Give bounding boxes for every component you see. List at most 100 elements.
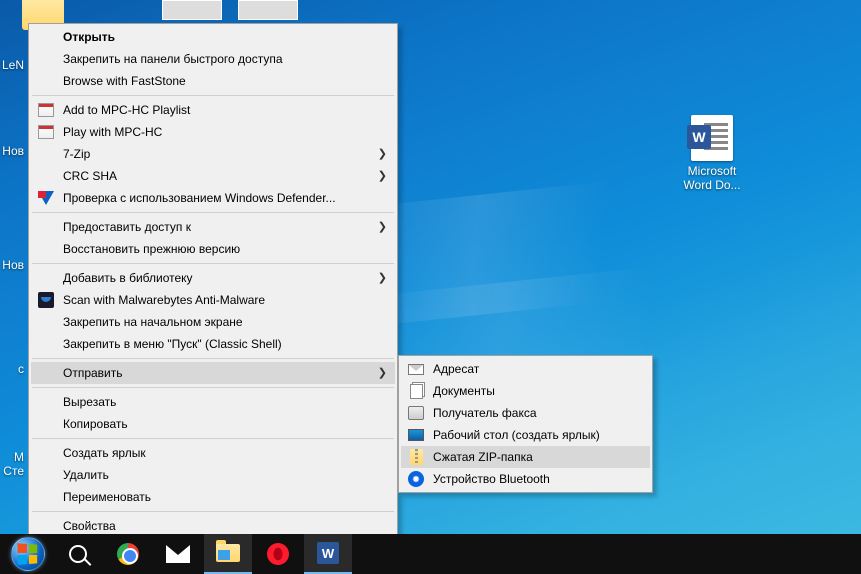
menu-item[interactable]: Удалить bbox=[31, 464, 395, 486]
menu-item[interactable]: Переименовать bbox=[31, 486, 395, 508]
desktop-icon-label: LeN bbox=[0, 58, 26, 72]
taskbar-search-button[interactable] bbox=[54, 534, 102, 574]
menu-item[interactable]: Восстановить прежнюю версию bbox=[31, 238, 395, 260]
menu-item[interactable]: Копировать bbox=[31, 413, 395, 435]
menu-item-label: Вырезать bbox=[63, 395, 375, 409]
desktop-icon-partial[interactable]: LeN bbox=[0, 58, 26, 72]
menu-item-label: Отправить bbox=[63, 366, 375, 380]
menu-item-label: Восстановить прежнюю версию bbox=[63, 242, 375, 256]
menu-item-label: Browse with FastStone bbox=[63, 74, 375, 88]
taskbar-opera-button[interactable] bbox=[254, 534, 302, 574]
submenu-item-label: Адресат bbox=[433, 362, 630, 376]
taskbar-word-button[interactable]: W bbox=[304, 534, 352, 574]
submenu-item-label: Получатель факса bbox=[433, 406, 630, 420]
menu-separator bbox=[32, 358, 394, 359]
menu-item-label: Закрепить на панели быстрого доступа bbox=[63, 52, 375, 66]
menu-separator bbox=[32, 511, 394, 512]
context-submenu: Адресат Документы Получатель факса Рабочий … bbox=[398, 355, 653, 493]
calendar-icon bbox=[37, 123, 55, 141]
menu-separator bbox=[32, 263, 394, 264]
submenu-item[interactable]: Рабочий стол (создать ярлык) bbox=[401, 424, 650, 446]
taskbar-chrome-button[interactable] bbox=[104, 534, 152, 574]
taskbar-mail-button[interactable] bbox=[154, 534, 202, 574]
menu-item[interactable]: Browse with FastStone bbox=[31, 70, 395, 92]
menu-item-label: Предоставить доступ к bbox=[63, 220, 375, 234]
desktop-icon-label: М Сте bbox=[0, 450, 26, 478]
opera-icon bbox=[267, 543, 289, 565]
menu-item[interactable]: Создать ярлык bbox=[31, 442, 395, 464]
chrome-icon bbox=[117, 543, 139, 565]
menu-item-label: Свойства bbox=[63, 519, 375, 533]
menu-item[interactable]: Закрепить в меню "Пуск" (Classic Shell) bbox=[31, 333, 395, 355]
menu-item[interactable]: Проверка с использованием Windows Defend… bbox=[31, 187, 395, 209]
submenu-item[interactable]: ⁕ Устройство Bluetooth bbox=[401, 468, 650, 490]
menu-item[interactable]: Закрепить на панели быстрого доступа bbox=[31, 48, 395, 70]
menu-item-label: Add to MPC-HC Playlist bbox=[63, 103, 375, 117]
search-icon bbox=[69, 545, 87, 563]
malwarebytes-icon bbox=[37, 291, 55, 309]
taskbar: W bbox=[0, 534, 861, 574]
submenu-item[interactable]: Документы bbox=[401, 380, 650, 402]
desktop-icon-partial[interactable]: Нов bbox=[0, 144, 26, 158]
menu-item-label: Проверка с использованием Windows Defend… bbox=[63, 191, 375, 205]
menu-item-label: Добавить в библиотеку bbox=[63, 271, 375, 285]
desktop-word-doc[interactable]: W Microsoft Word Do... bbox=[674, 114, 750, 192]
word-icon: W bbox=[317, 542, 339, 564]
documents-icon bbox=[407, 382, 425, 400]
menu-item-label: CRC SHA bbox=[63, 169, 375, 183]
taskbar-explorer-button[interactable] bbox=[204, 534, 252, 574]
submenu-item[interactable]: Сжатая ZIP-папка bbox=[401, 446, 650, 468]
menu-item[interactable]: Открыть bbox=[31, 26, 395, 48]
chevron-right-icon: ❯ bbox=[378, 147, 387, 160]
chevron-right-icon: ❯ bbox=[378, 366, 387, 379]
submenu-item[interactable]: Адресат bbox=[401, 358, 650, 380]
menu-item[interactable]: 7-Zip❯ bbox=[31, 143, 395, 165]
mail-icon bbox=[407, 360, 425, 378]
menu-item-label: Закрепить в меню "Пуск" (Classic Shell) bbox=[63, 337, 375, 351]
menu-item[interactable]: Отправить❯ bbox=[31, 362, 395, 384]
desktop-icon-label: Нов bbox=[0, 144, 26, 158]
menu-item[interactable]: Add to MPC-HC Playlist bbox=[31, 99, 395, 121]
desktop-icon-label: Нов bbox=[0, 258, 26, 272]
submenu-item-label: Сжатая ZIP-папка bbox=[433, 450, 630, 464]
desktop-icon-partial[interactable]: М Сте bbox=[0, 450, 26, 478]
shield-icon bbox=[37, 189, 55, 207]
taskbar-start-button[interactable] bbox=[4, 534, 52, 574]
submenu-item-label: Рабочий стол (создать ярлык) bbox=[433, 428, 630, 442]
bluetooth-icon: ⁕ bbox=[407, 470, 425, 488]
word-doc-icon: W bbox=[691, 115, 733, 161]
start-orb-icon bbox=[11, 537, 45, 571]
desktop-icon-partial[interactable]: с bbox=[0, 362, 26, 376]
submenu-item[interactable]: Получатель факса bbox=[401, 402, 650, 424]
menu-item-label: Открыть bbox=[63, 30, 375, 44]
menu-item-label: Закрепить на начальном экране bbox=[63, 315, 375, 329]
submenu-item-label: Устройство Bluetooth bbox=[433, 472, 630, 486]
menu-item-label: Удалить bbox=[63, 468, 375, 482]
menu-separator bbox=[32, 212, 394, 213]
desktop-icon-label: с bbox=[0, 362, 26, 376]
menu-separator bbox=[32, 438, 394, 439]
menu-item[interactable]: Play with MPC-HC bbox=[31, 121, 395, 143]
desktop-icon-partial[interactable]: Нов bbox=[0, 258, 26, 272]
menu-item[interactable]: Scan with Malwarebytes Anti-Malware bbox=[31, 289, 395, 311]
desktop-thumb[interactable] bbox=[238, 0, 298, 20]
chevron-right-icon: ❯ bbox=[378, 220, 387, 233]
desktop-thumb[interactable] bbox=[162, 0, 222, 20]
menu-item[interactable]: CRC SHA❯ bbox=[31, 165, 395, 187]
submenu-item-label: Документы bbox=[433, 384, 630, 398]
menu-item[interactable]: Вырезать bbox=[31, 391, 395, 413]
chevron-right-icon: ❯ bbox=[378, 169, 387, 182]
chevron-right-icon: ❯ bbox=[378, 271, 387, 284]
menu-separator bbox=[32, 95, 394, 96]
menu-item[interactable]: Закрепить на начальном экране bbox=[31, 311, 395, 333]
menu-item-label: Переименовать bbox=[63, 490, 375, 504]
menu-item[interactable]: Предоставить доступ к❯ bbox=[31, 216, 395, 238]
desktop-icon bbox=[407, 426, 425, 444]
fax-icon bbox=[407, 404, 425, 422]
desktop-icon-label: Microsoft Word Do... bbox=[674, 164, 750, 192]
context-menu: Открыть Закрепить на панели быстрого дост… bbox=[28, 23, 398, 540]
calendar-icon bbox=[37, 101, 55, 119]
menu-separator bbox=[32, 387, 394, 388]
menu-item-label: 7-Zip bbox=[63, 147, 375, 161]
menu-item[interactable]: Добавить в библиотеку❯ bbox=[31, 267, 395, 289]
